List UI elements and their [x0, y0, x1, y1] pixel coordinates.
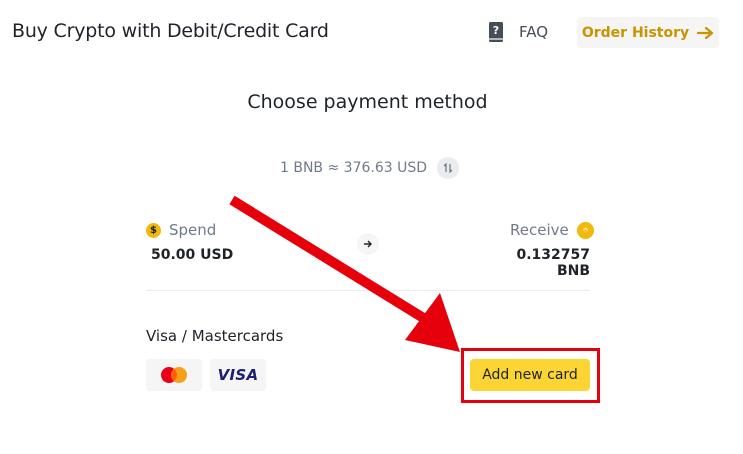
mastercard-icon	[161, 367, 187, 383]
receive-label-text: Receive	[510, 221, 569, 239]
arrow-right-icon	[697, 26, 714, 39]
divider	[146, 290, 590, 291]
dollar-coin-icon: $	[146, 222, 161, 238]
receive-value: 0.132757 BNB	[516, 247, 590, 279]
exchange-rate: 1 BNB ≈ 376.63 USD	[280, 157, 460, 179]
swap-icon[interactable]	[437, 157, 460, 179]
rate-text: 1 BNB ≈ 376.63 USD	[280, 160, 428, 176]
spend-value: 50.00 USD	[151, 247, 234, 263]
annotation-arrow	[229, 195, 460, 352]
faq-label: FAQ	[519, 23, 549, 41]
section-title: Choose payment method	[247, 91, 488, 113]
receive-label: Receive	[510, 221, 594, 239]
faq-book-icon: ?	[487, 21, 505, 43]
payment-method-label: Visa / Mastercards	[146, 327, 284, 345]
spend-label-text: Spend	[169, 221, 217, 239]
order-history-button[interactable]: Order History	[577, 17, 719, 48]
direction-arrow-icon	[357, 233, 379, 255]
mastercard-logo	[146, 359, 202, 391]
visa-logo: VISA	[210, 359, 266, 391]
page-title: Buy Crypto with Debit/Credit Card	[12, 20, 329, 42]
order-history-label: Order History	[581, 24, 690, 41]
visa-text: VISA	[217, 366, 259, 384]
faq-link[interactable]: ? FAQ	[487, 21, 548, 43]
spend-label: $ Spend	[146, 221, 216, 239]
svg-text:?: ?	[493, 24, 499, 37]
bnb-icon	[576, 221, 594, 239]
annotation-highlight-box	[461, 348, 600, 403]
